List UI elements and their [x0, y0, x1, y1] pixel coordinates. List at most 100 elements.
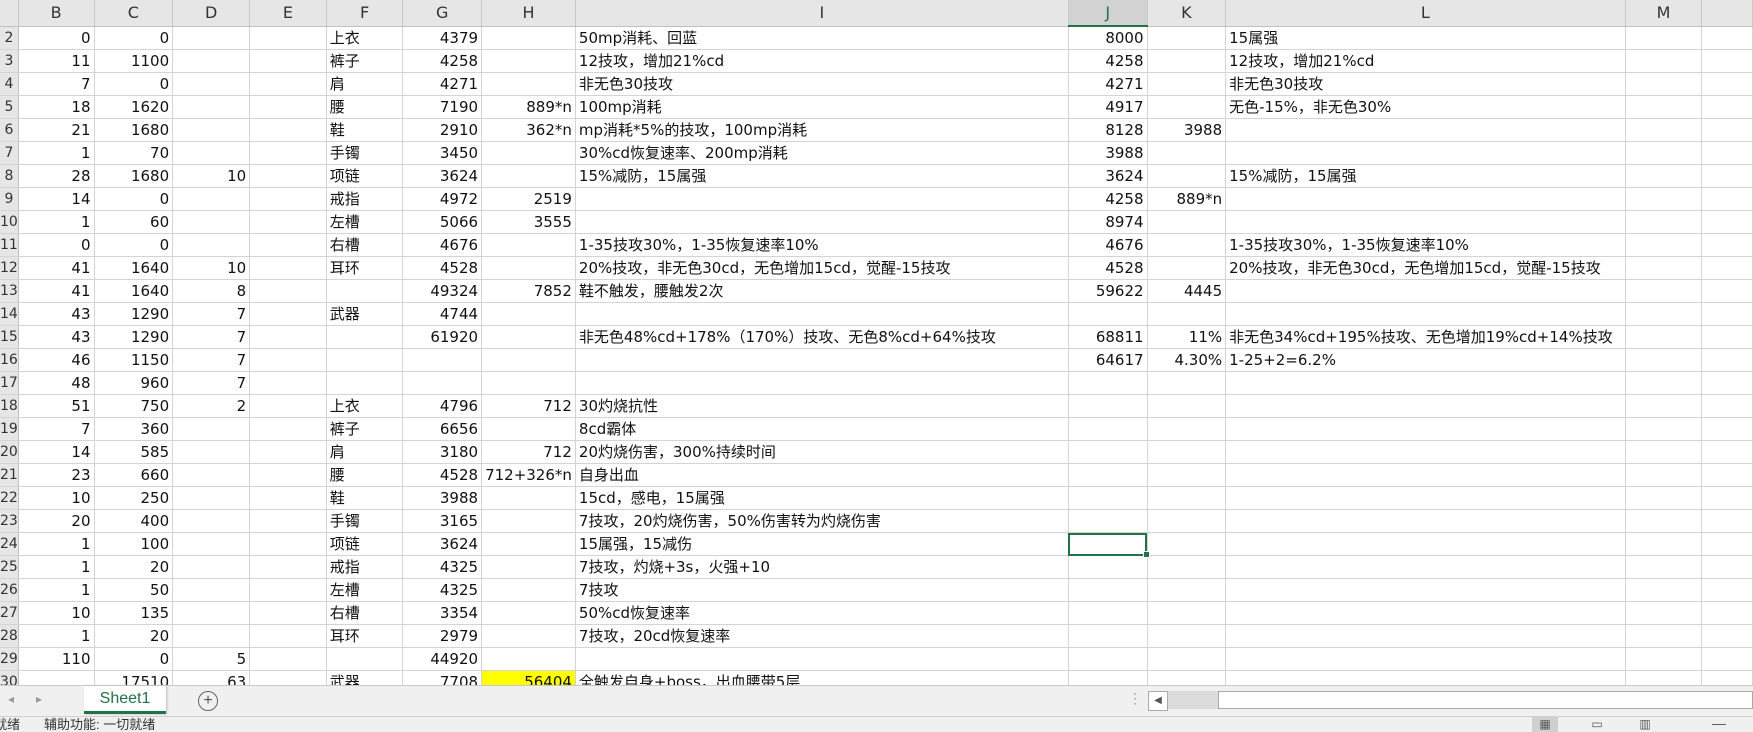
cell-blank[interactable] — [1701, 417, 1753, 441]
cell-F23[interactable]: 手镯 — [326, 509, 404, 533]
row-header[interactable]: 12 — [0, 256, 19, 280]
cell-C27[interactable]: 135 — [94, 601, 174, 625]
cell-L23[interactable] — [1225, 509, 1626, 533]
cell-F5[interactable]: 腰 — [326, 95, 404, 119]
cell-blank[interactable] — [1701, 279, 1753, 303]
cell-H15[interactable] — [481, 325, 576, 349]
cell-I29[interactable] — [575, 647, 1069, 671]
cell-C7[interactable]: 70 — [94, 141, 174, 165]
cell-H20[interactable]: 712 — [481, 440, 576, 464]
row-header[interactable]: 2 — [0, 26, 19, 50]
page-layout-view-icon[interactable]: ▭ — [1584, 717, 1610, 732]
cell-D25[interactable] — [172, 555, 251, 579]
cell-I10[interactable] — [575, 210, 1069, 234]
cell-H25[interactable] — [481, 555, 576, 579]
cell-E15[interactable] — [249, 325, 327, 349]
cell-E24[interactable] — [249, 532, 327, 556]
cell-M3[interactable] — [1625, 49, 1703, 73]
cell-blank[interactable] — [1701, 72, 1753, 96]
cell-L20[interactable] — [1225, 440, 1626, 464]
cell-B29[interactable]: 110 — [18, 647, 95, 671]
cell-M27[interactable] — [1625, 601, 1703, 625]
cell-I9[interactable] — [575, 187, 1069, 211]
cell-C5[interactable]: 1620 — [94, 95, 174, 119]
row-header[interactable]: 15 — [0, 325, 19, 349]
column-header-blank[interactable] — [1701, 0, 1753, 27]
cell-B5[interactable]: 18 — [18, 95, 95, 119]
cell-F27[interactable]: 右槽 — [326, 601, 404, 625]
cell-J2[interactable]: 8000 — [1068, 26, 1148, 50]
cell-blank[interactable] — [1701, 302, 1753, 326]
cell-J28[interactable] — [1068, 624, 1148, 648]
cell-D9[interactable] — [172, 187, 251, 211]
cell-L8[interactable]: 15%减防，15属强 — [1225, 164, 1626, 188]
cell-blank[interactable] — [1701, 118, 1753, 142]
cell-D8[interactable]: 10 — [172, 164, 251, 188]
scroll-left-icon[interactable]: ◀ — [1148, 691, 1168, 711]
cell-L3[interactable]: 12技攻，增加21%cd — [1225, 49, 1626, 73]
cell-K15[interactable]: 11% — [1147, 325, 1227, 349]
cell-D24[interactable] — [172, 532, 251, 556]
cell-J29[interactable] — [1068, 647, 1148, 671]
cell-E10[interactable] — [249, 210, 327, 234]
cell-D12[interactable]: 10 — [172, 256, 251, 280]
next-sheet-icon[interactable]: ▸ — [36, 692, 42, 706]
cell-E17[interactable] — [249, 371, 327, 395]
cell-I18[interactable]: 30灼烧抗性 — [575, 394, 1069, 418]
cell-J15[interactable]: 68811 — [1068, 325, 1148, 349]
cell-M21[interactable] — [1625, 463, 1703, 487]
cell-M28[interactable] — [1625, 624, 1703, 648]
cell-J24[interactable] — [1068, 532, 1149, 558]
cell-D28[interactable] — [172, 624, 251, 648]
cell-blank[interactable] — [1701, 95, 1753, 119]
cell-B28[interactable]: 1 — [18, 624, 95, 648]
column-header-B[interactable]: B — [18, 0, 95, 27]
cell-I7[interactable]: 30%cd恢复速率、200mp消耗 — [575, 141, 1069, 165]
cell-F7[interactable]: 手镯 — [326, 141, 404, 165]
cell-L5[interactable]: 无色-15%，非无色30% — [1225, 95, 1626, 119]
cell-L14[interactable] — [1225, 302, 1626, 326]
cell-G19[interactable]: 6656 — [402, 417, 483, 441]
cell-C24[interactable]: 100 — [94, 532, 174, 556]
cell-I13[interactable]: 鞋不触发，腰触发2次 — [575, 279, 1069, 303]
cell-C3[interactable]: 1100 — [94, 49, 174, 73]
cell-blank[interactable] — [1701, 187, 1753, 211]
cell-B10[interactable]: 1 — [18, 210, 95, 234]
cell-I22[interactable]: 15cd，感电，15属强 — [575, 486, 1069, 510]
cell-L22[interactable] — [1225, 486, 1626, 510]
row-header[interactable]: 6 — [0, 118, 19, 142]
cell-B7[interactable]: 1 — [18, 141, 95, 165]
cell-I30[interactable]: 全触发自身+boss，出血腰带5层 — [575, 670, 1069, 685]
cell-D21[interactable] — [172, 463, 251, 487]
cell-K21[interactable] — [1147, 463, 1227, 487]
cell-K4[interactable] — [1147, 72, 1227, 96]
column-header-L[interactable]: L — [1225, 0, 1626, 27]
cell-L7[interactable] — [1225, 141, 1626, 165]
cell-K27[interactable] — [1147, 601, 1227, 625]
cell-E23[interactable] — [249, 509, 327, 533]
page-break-view-icon[interactable]: ▥ — [1632, 717, 1658, 732]
row-header[interactable]: 10 — [0, 210, 19, 234]
cell-G2[interactable]: 4379 — [402, 26, 483, 50]
cell-H21[interactable]: 712+326*n — [481, 463, 576, 487]
cell-M7[interactable] — [1625, 141, 1703, 165]
cell-J21[interactable] — [1068, 463, 1148, 487]
cell-H9[interactable]: 2519 — [481, 187, 576, 211]
cell-F3[interactable]: 裤子 — [326, 49, 404, 73]
cell-G9[interactable]: 4972 — [402, 187, 483, 211]
column-header-D[interactable]: D — [172, 0, 251, 27]
cell-C23[interactable]: 400 — [94, 509, 174, 533]
cell-L9[interactable] — [1225, 187, 1626, 211]
row-header[interactable]: 9 — [0, 187, 19, 211]
cell-E9[interactable] — [249, 187, 327, 211]
row-header[interactable]: 27 — [0, 601, 19, 625]
cell-D27[interactable] — [172, 601, 251, 625]
cell-F21[interactable]: 腰 — [326, 463, 404, 487]
cell-I21[interactable]: 自身出血 — [575, 463, 1069, 487]
cell-D5[interactable] — [172, 95, 251, 119]
cell-H27[interactable] — [481, 601, 576, 625]
cell-F24[interactable]: 项链 — [326, 532, 404, 556]
cell-D29[interactable]: 5 — [172, 647, 251, 671]
cell-C6[interactable]: 1680 — [94, 118, 174, 142]
row-header[interactable]: 26 — [0, 578, 19, 602]
